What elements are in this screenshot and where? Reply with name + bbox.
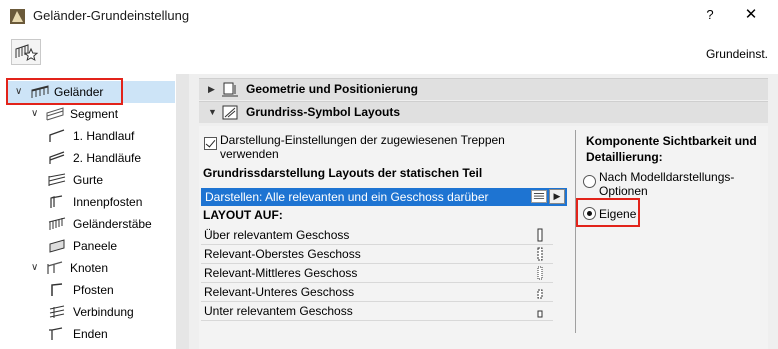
use-stair-settings-label[interactable]: Darstellung-Einstellungen der zugewiesen… bbox=[220, 133, 550, 161]
layout-symbol-icon bbox=[537, 289, 543, 299]
tree-item-label: 2. Handläufe bbox=[73, 151, 142, 165]
layout-row-label: Relevant-Unteres Geschoss bbox=[204, 285, 355, 299]
static-parts-heading: Grundrissdarstellung Layouts der statisc… bbox=[203, 166, 483, 180]
tree-item-gelaenderstaebe[interactable]: Geländerstäbe bbox=[7, 213, 175, 235]
tree-item-label: Knoten bbox=[70, 261, 109, 275]
layout-row-label: Über relevantem Geschoss bbox=[204, 228, 350, 242]
floorplan-symbol-icon bbox=[222, 105, 238, 120]
tree-item-verbindung[interactable]: Verbindung bbox=[7, 301, 175, 323]
ends-icon bbox=[49, 327, 63, 340]
close-button[interactable]: ✕ bbox=[740, 5, 762, 25]
layout-row[interactable]: Relevant-Unteres Geschoss bbox=[201, 283, 553, 302]
tree-item-gelaender[interactable]: ∨ Geländer bbox=[7, 81, 175, 103]
inner-post-icon bbox=[50, 195, 63, 208]
column-divider bbox=[575, 130, 576, 333]
handrail-icon bbox=[49, 151, 65, 164]
tree-item-label: Paneele bbox=[73, 239, 118, 253]
rails-icon bbox=[48, 173, 66, 186]
layout-row[interactable]: Relevant-Oberstes Geschoss bbox=[201, 245, 553, 264]
tree-item-paneele[interactable]: Paneele bbox=[7, 235, 175, 257]
dropdown-value: Darstellen: Alle relevanten und ein Gesc… bbox=[205, 190, 489, 204]
railing-icon bbox=[31, 85, 49, 98]
tree-item-handlauf-1[interactable]: 1. Handlauf bbox=[7, 125, 175, 147]
balusters-icon bbox=[48, 217, 66, 230]
layout-row[interactable]: Relevant-Mittleres Geschoss bbox=[201, 264, 553, 283]
chevron-down-icon[interactable]: ∨ bbox=[31, 103, 38, 125]
panel-icon bbox=[49, 239, 65, 253]
layout-row-label: Unter relevantem Geschoss bbox=[204, 304, 353, 318]
chevron-down-icon[interactable]: ∨ bbox=[31, 257, 38, 279]
tree-item-handlaeufe-2[interactable]: 2. Handläufe bbox=[7, 147, 175, 169]
tree-item-label: Enden bbox=[73, 327, 108, 341]
help-button[interactable]: ? bbox=[700, 5, 720, 25]
layout-row[interactable]: Unter relevantem Geschoss bbox=[201, 302, 553, 321]
tree-item-label: Geländer bbox=[54, 85, 104, 99]
use-stair-settings-checkbox[interactable] bbox=[204, 137, 217, 150]
tree-item-segment[interactable]: ∨ Segment bbox=[7, 103, 175, 125]
section-label: Grundriss-Symbol Layouts bbox=[246, 105, 401, 119]
section-floorplan-header[interactable]: ▼ Grundriss-Symbol Layouts bbox=[199, 101, 768, 123]
tree-item-enden[interactable]: Enden bbox=[7, 323, 175, 345]
node-icon bbox=[47, 261, 63, 274]
tree-item-label: Gurte bbox=[73, 173, 104, 187]
tree-item-label: Geländerstäbe bbox=[73, 217, 152, 231]
geometry-icon bbox=[222, 82, 238, 97]
tree-scrollbar[interactable] bbox=[176, 74, 189, 349]
tree-item-gurte[interactable]: Gurte bbox=[7, 169, 175, 191]
tree-item-knoten[interactable]: ∨ Knoten bbox=[7, 257, 175, 279]
layout-row-label: Relevant-Oberstes Geschoss bbox=[204, 247, 361, 261]
connection-icon bbox=[49, 305, 65, 318]
section-label: Geometrie und Positionierung bbox=[246, 82, 419, 96]
tree-item-label: Segment bbox=[70, 107, 119, 121]
expand-arrow-icon: ▼ bbox=[208, 107, 217, 117]
title-bar: Geländer-Grundeinstellung ? ✕ bbox=[0, 0, 778, 32]
visibility-own-radio[interactable] bbox=[583, 207, 596, 220]
layout-preview-icon bbox=[531, 190, 547, 203]
layout-row-label: Relevant-Mittleres Geschoss bbox=[204, 266, 358, 280]
tree-item-innenpfosten[interactable]: Innenpfosten bbox=[7, 191, 175, 213]
preset-name: Grundeinst. bbox=[705, 47, 768, 61]
section-geometry-header[interactable]: ▶ Geometrie und Positionierung bbox=[199, 78, 768, 100]
tree-item-label: Innenpfosten bbox=[73, 195, 143, 209]
segment-icon bbox=[46, 107, 64, 121]
tree-item-pfosten[interactable]: Pfosten bbox=[7, 279, 175, 301]
post-icon bbox=[51, 283, 63, 296]
visibility-model-radio[interactable] bbox=[583, 175, 596, 188]
dropdown-arrow-icon[interactable]: ▶ bbox=[549, 189, 565, 204]
visibility-model-label[interactable]: Nach Modelldarstellungs-Optionen bbox=[599, 170, 775, 198]
layout-symbol-icon bbox=[537, 266, 543, 280]
visibility-heading: Komponente Sichtbarkeit und Detaillierun… bbox=[586, 134, 757, 164]
layout-symbol-icon bbox=[537, 247, 543, 261]
window-title: Geländer-Grundeinstellung bbox=[33, 8, 190, 23]
tree-item-label: Pfosten bbox=[73, 283, 114, 297]
layout-row[interactable]: Über relevantem Geschoss bbox=[201, 226, 553, 245]
layout-header: LAYOUT AUF: bbox=[203, 208, 283, 222]
layout-symbol-icon bbox=[537, 310, 543, 318]
chevron-down-icon[interactable]: ∨ bbox=[15, 81, 22, 103]
layout-symbol-icon bbox=[537, 228, 543, 242]
display-storeys-dropdown[interactable]: Darstellen: Alle relevanten und ein Gesc… bbox=[201, 188, 567, 206]
favorites-button[interactable] bbox=[11, 39, 41, 65]
app-icon bbox=[10, 9, 25, 24]
tree-item-label: 1. Handlauf bbox=[73, 129, 135, 143]
tree-item-label: Verbindung bbox=[73, 305, 134, 319]
favorites-icon bbox=[15, 44, 39, 62]
collapse-arrow-icon: ▶ bbox=[208, 84, 215, 94]
handrail-icon bbox=[49, 129, 65, 142]
visibility-own-label[interactable]: Eigene bbox=[599, 207, 636, 221]
